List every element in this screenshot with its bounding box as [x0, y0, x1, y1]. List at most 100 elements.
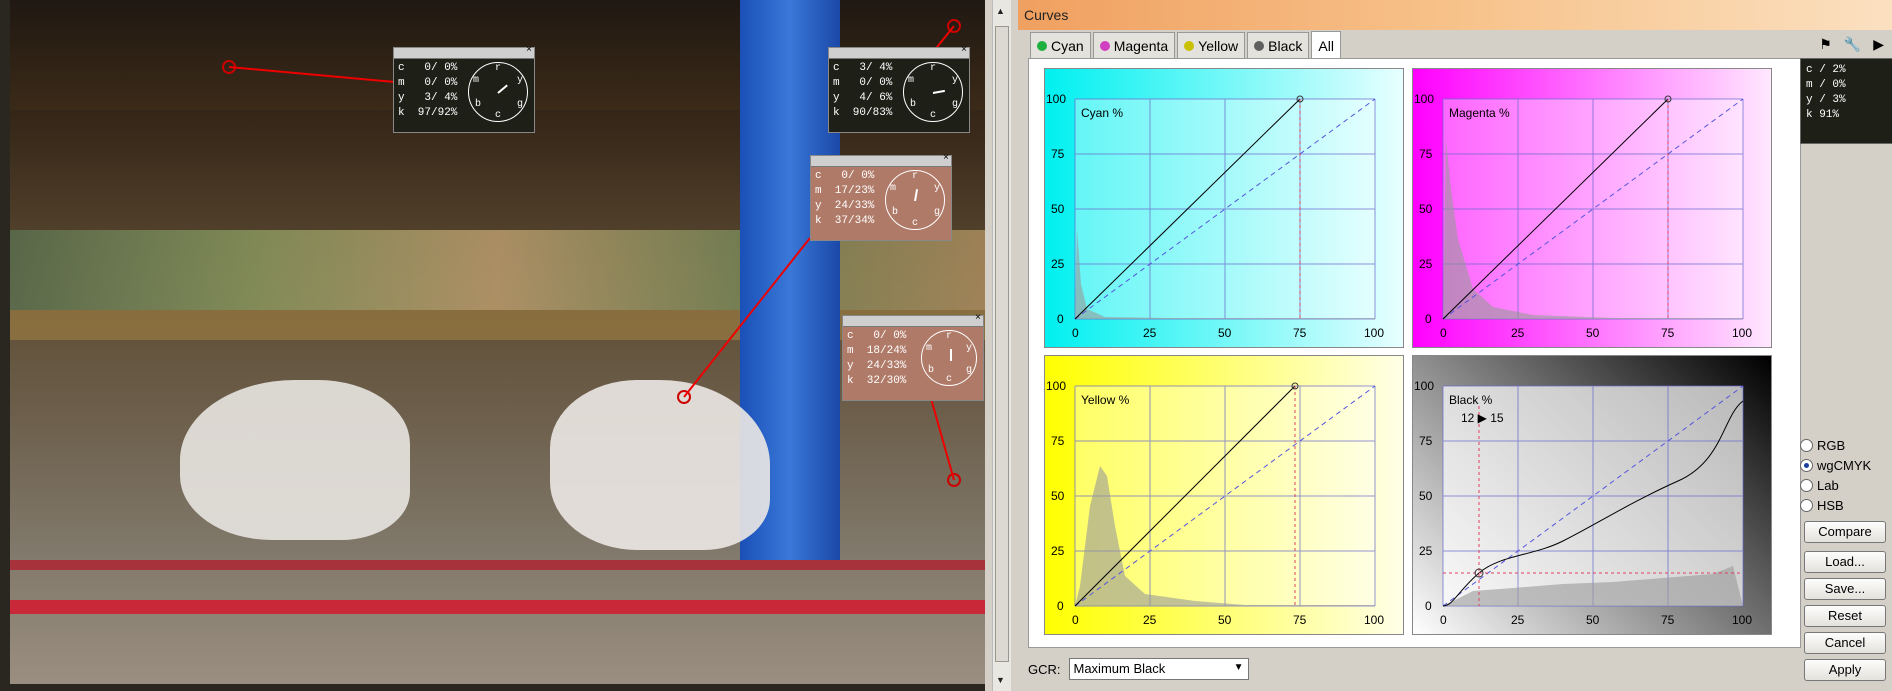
- x-tick: 25: [1143, 326, 1157, 340]
- color-probe-3[interactable]: × c 0/ 0% m 17/23% y 24/33% k 37/34% rmybgc: [810, 153, 952, 241]
- cyan-curve-svg: 100 75 50 25 0 0 25 50 75 100 Cyan %: [1046, 92, 1384, 340]
- black-dot-icon: [1254, 41, 1265, 51]
- close-icon[interactable]: ×: [526, 45, 532, 56]
- y-tick: 75: [1051, 434, 1065, 448]
- compare-button[interactable]: Compare: [1804, 521, 1886, 543]
- curves-panel: Curves Cyan Magenta Yellow Black All ⚑ 🔧…: [1018, 0, 1892, 691]
- x-tick: 50: [1586, 326, 1600, 340]
- gcr-select[interactable]: Maximum Black ▼: [1068, 658, 1249, 680]
- yellow-curve-svg: 100 75 50 25 0 0 25 50 75 100 Yellow %: [1046, 379, 1384, 627]
- play-icon[interactable]: ▶: [1873, 36, 1884, 53]
- tab-yellow[interactable]: Yellow: [1177, 32, 1246, 58]
- close-icon[interactable]: ×: [943, 153, 949, 164]
- x-tick: 25: [1511, 613, 1525, 627]
- black-curve-plot[interactable]: 100 75 50 25 0 0 25 50 75 100 Black % 12…: [1412, 355, 1772, 635]
- radio-icon: [1800, 479, 1813, 492]
- magenta-dot-icon: [1099, 41, 1110, 51]
- mode-wgcmyk[interactable]: wgCMYK: [1800, 458, 1871, 473]
- scroll-down-icon[interactable]: ▼: [996, 675, 1005, 685]
- y-tick: 25: [1051, 257, 1065, 271]
- curve-label: Cyan %: [1081, 106, 1123, 120]
- x-tick: 25: [1511, 326, 1525, 340]
- mode-hsb[interactable]: HSB: [1800, 498, 1844, 513]
- cyan-dot-icon: [1037, 41, 1047, 51]
- y-tick: 25: [1419, 257, 1433, 271]
- color-probe-1[interactable]: × c 0/ 0% m 0/ 0% y 3/ 4% k 97/92% rmybgc: [393, 45, 535, 133]
- x-tick: 0: [1072, 613, 1079, 627]
- y-tick: 50: [1051, 489, 1065, 503]
- load-button[interactable]: Load...: [1804, 551, 1886, 573]
- y-tick: 75: [1419, 434, 1433, 448]
- mode-rgb[interactable]: RGB: [1800, 438, 1845, 453]
- radio-selected-icon: [1800, 459, 1813, 472]
- close-icon[interactable]: ×: [961, 45, 967, 56]
- y-tick: 100: [1046, 92, 1066, 106]
- hue-dial: rmybgc: [885, 170, 945, 230]
- y-tick: 25: [1419, 544, 1433, 558]
- x-tick: 0: [1072, 326, 1079, 340]
- radio-icon: [1800, 439, 1813, 452]
- reset-button[interactable]: Reset: [1804, 605, 1886, 627]
- hue-dial: rmybgc: [921, 330, 977, 386]
- tab-black[interactable]: Black: [1247, 32, 1310, 58]
- window-title: Curves: [1018, 0, 1892, 30]
- apply-button[interactable]: Apply: [1804, 659, 1886, 681]
- black-curve-svg: 100 75 50 25 0 0 25 50 75 100 Black % 12…: [1414, 379, 1752, 627]
- y-tick: 0: [1057, 312, 1064, 326]
- yellow-dot-icon: [1184, 41, 1195, 51]
- radio-icon: [1800, 499, 1813, 512]
- y-tick: 0: [1057, 599, 1064, 613]
- x-tick: 0: [1440, 326, 1447, 340]
- x-tick: 100: [1364, 613, 1384, 627]
- x-tick: 0: [1440, 613, 1447, 627]
- scroll-thumb[interactable]: [995, 26, 1009, 662]
- flag-icon[interactable]: ⚑: [1819, 36, 1832, 53]
- x-tick: 75: [1293, 613, 1307, 627]
- y-tick: 25: [1051, 544, 1065, 558]
- x-tick: 100: [1732, 326, 1752, 340]
- x-tick: 50: [1218, 326, 1232, 340]
- curve-label: Yellow %: [1081, 393, 1130, 407]
- black-readout: 12 ▶ 15: [1461, 411, 1504, 425]
- y-tick: 50: [1419, 489, 1433, 503]
- y-tick: 75: [1419, 147, 1433, 161]
- x-tick: 75: [1661, 326, 1675, 340]
- y-tick: 100: [1046, 379, 1066, 393]
- y-tick: 75: [1051, 147, 1065, 161]
- channel-tabs: Cyan Magenta Yellow Black All: [1030, 31, 1343, 59]
- y-tick: 50: [1419, 202, 1433, 216]
- wrench-icon[interactable]: 🔧: [1844, 36, 1861, 53]
- close-icon[interactable]: ×: [975, 313, 981, 324]
- color-probe-4[interactable]: × c 0/ 0% m 18/24% y 24/33% k 32/30% rmybgc: [842, 313, 984, 401]
- tab-magenta[interactable]: Magenta: [1092, 32, 1176, 58]
- x-tick: 100: [1732, 613, 1752, 627]
- x-tick: 100: [1364, 326, 1384, 340]
- mini-readout: c / 2% m / 0% y / 3% k 91%: [1800, 58, 1892, 144]
- x-tick: 25: [1143, 613, 1157, 627]
- vertical-scrollbar[interactable]: ▲ ▼: [992, 0, 1011, 691]
- x-tick: 50: [1586, 613, 1600, 627]
- color-probe-2[interactable]: × c 3/ 4% m 0/ 0% y 4/ 6% k 90/83% rmybgc: [828, 45, 970, 133]
- save-button[interactable]: Save...: [1804, 578, 1886, 600]
- cancel-button[interactable]: Cancel: [1804, 632, 1886, 654]
- y-tick: 0: [1425, 599, 1432, 613]
- y-tick: 100: [1414, 379, 1434, 393]
- curve-label: Magenta %: [1449, 106, 1510, 120]
- tab-cyan[interactable]: Cyan: [1030, 32, 1091, 58]
- image-viewport[interactable]: × c 0/ 0% m 0/ 0% y 3/ 4% k 97/92% rmybgc ×…: [0, 0, 985, 691]
- tab-all[interactable]: All: [1311, 31, 1341, 59]
- y-tick: 50: [1051, 202, 1065, 216]
- curve-label: Black %: [1449, 393, 1493, 407]
- scroll-up-icon[interactable]: ▲: [996, 6, 1005, 16]
- hue-dial: rmybgc: [903, 62, 963, 122]
- x-tick: 50: [1218, 613, 1232, 627]
- gcr-control: GCR: Maximum Black ▼: [1028, 658, 1249, 680]
- magenta-curve-plot[interactable]: 100 75 50 25 0 0 25 50 75 100 Magenta %: [1412, 68, 1772, 348]
- yellow-curve-plot[interactable]: 100 75 50 25 0 0 25 50 75 100 Yellow %: [1044, 355, 1404, 635]
- hue-dial: rmybgc: [468, 62, 528, 122]
- mode-lab[interactable]: Lab: [1800, 478, 1839, 493]
- toolbar-icons: ⚑ 🔧 ▶: [1819, 36, 1884, 53]
- x-tick: 75: [1661, 613, 1675, 627]
- x-tick: 75: [1293, 326, 1307, 340]
- cyan-curve-plot[interactable]: 100 75 50 25 0 0 25 50 75 100 Cyan %: [1044, 68, 1404, 348]
